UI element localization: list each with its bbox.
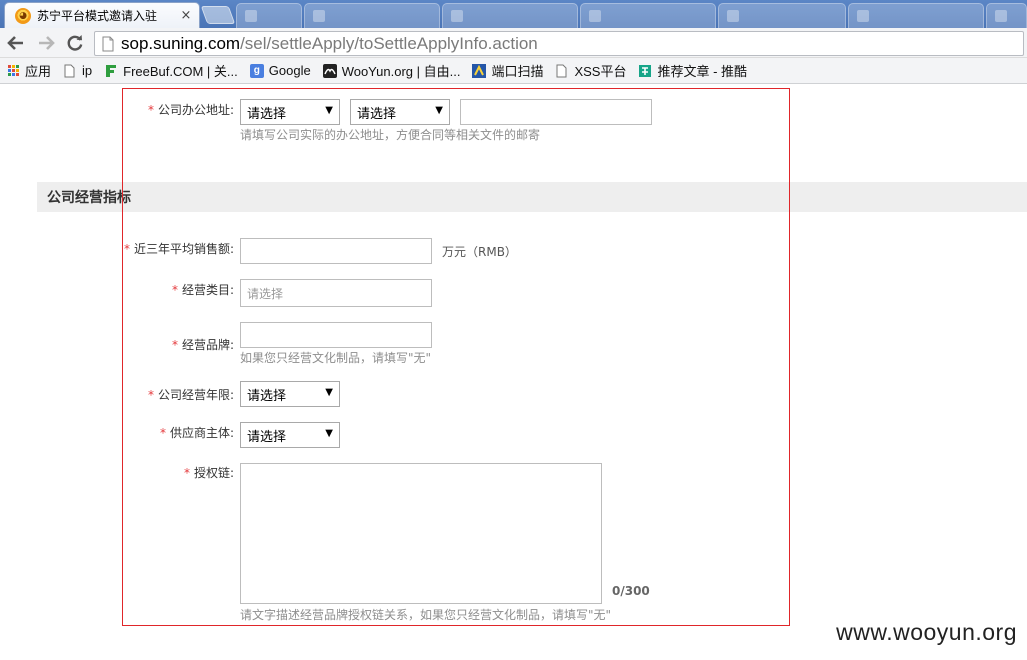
tab-background[interactable] (304, 3, 440, 28)
required-mark: * (147, 388, 154, 402)
address-bar[interactable]: sop.suning.com/sel/settleApply/toSettleA… (94, 31, 1024, 56)
url-host: sop.suning.com (121, 33, 241, 53)
bookmark-label: 推荐文章 - 推酷 (657, 64, 748, 79)
section-title: 公司经营指标 (47, 190, 131, 206)
bookmark-label: XSS平台 (574, 64, 627, 79)
section-header: 公司经营指标 (37, 182, 1027, 212)
brand-input[interactable] (240, 322, 432, 348)
wooyun-icon (322, 63, 337, 78)
years-select[interactable]: 请选择 ▼ (240, 381, 340, 407)
avg-sales-label: * 近三年平均销售额: (123, 242, 234, 256)
char-counter: 0/300 (612, 584, 650, 598)
browser-toolbar: sop.suning.com/sel/settleApply/toSettleA… (0, 28, 1027, 58)
dropdown-arrow-icon: ▼ (435, 105, 443, 116)
bookmark-label: Google (268, 63, 311, 78)
bookmark-tuicool[interactable]: 推荐文章 - 推酷 (638, 61, 747, 80)
forward-button[interactable] (35, 32, 57, 54)
tab-background[interactable] (848, 3, 984, 28)
freebuf-icon (104, 64, 118, 78)
bookmark-wooyun[interactable]: WooYun.org | 自由... (322, 61, 461, 80)
required-mark: * (171, 283, 178, 297)
bookmark-xss[interactable]: XSS平台 (555, 61, 626, 80)
tab-title: 苏宁平台模式邀请入驻 (37, 9, 158, 23)
bookmark-label: 应用 (25, 64, 52, 79)
watermark: www.wooyun.org (836, 619, 1017, 645)
auth-chain-hint: 请文字描述经营品牌授权链关系，如果您只经营文化制品，请填写"无" (240, 608, 612, 622)
auth-chain-label: * 授权链: (183, 466, 234, 480)
category-picker[interactable]: 请选择 (240, 279, 432, 307)
category-label: * 经营类目: (171, 283, 234, 297)
city-select[interactable]: 请选择 ▼ (350, 99, 450, 125)
bookmark-portscan[interactable]: 端口扫描 (472, 61, 543, 80)
required-mark: * (171, 338, 178, 352)
apps-grid-icon (6, 64, 20, 78)
suning-favicon-icon: ◕ (15, 7, 31, 24)
avg-sales-input[interactable] (240, 238, 432, 264)
required-mark: * (159, 426, 166, 440)
tab-background[interactable] (580, 3, 716, 28)
required-mark: * (183, 466, 190, 480)
tab-background[interactable] (236, 3, 302, 28)
page-icon (63, 64, 77, 78)
bookmark-label: 端口扫描 (491, 64, 544, 79)
close-tab-icon[interactable]: × (179, 8, 193, 23)
auth-chain-textarea[interactable] (240, 463, 602, 604)
bookmarks-bar: 应用 ip FreeBuf.COM | 关... g Google WooYun… (0, 58, 1027, 84)
supplier-select[interactable]: 请选择 ▼ (240, 422, 340, 448)
new-tab-button[interactable] (200, 6, 236, 24)
forward-arrow-icon (39, 36, 55, 50)
avg-sales-unit: 万元（RMB） (442, 245, 517, 259)
years-label: * 公司经营年限: (147, 388, 234, 402)
bookmark-google[interactable]: g Google (249, 63, 311, 78)
address-detail-input[interactable] (460, 99, 652, 125)
bookmark-label: FreeBuf.COM | 关... (123, 64, 238, 79)
province-select[interactable]: 请选择 ▼ (240, 99, 340, 125)
bookmark-ip[interactable]: ip (63, 63, 92, 78)
tab-background[interactable] (442, 3, 578, 28)
page-content: * 公司办公地址: 请选择 ▼ 请选择 ▼ 请填写公司实际的办公地址，方便合同等相… (0, 85, 1027, 660)
url-path: /sel/settleApply/toSettleApplyInfo.actio… (240, 33, 538, 53)
dropdown-arrow-icon: ▼ (325, 105, 333, 116)
back-arrow-icon (7, 36, 23, 50)
browser-tab-strip: ◕ 苏宁平台模式邀请入驻 × (0, 0, 1027, 28)
brand-hint: 如果您只经营文化制品，请填写"无" (240, 351, 432, 365)
reload-icon (67, 35, 83, 51)
required-mark: * (123, 242, 130, 256)
google-icon: g (249, 63, 264, 78)
page-icon (555, 64, 569, 78)
supplier-label: * 供应商主体: (159, 426, 234, 440)
bookmark-label: ip (82, 63, 93, 78)
tab-background[interactable] (986, 3, 1027, 28)
office-address-label: * 公司办公地址: (147, 103, 234, 117)
tuicool-icon (638, 64, 652, 78)
dropdown-arrow-icon: ▼ (325, 387, 333, 398)
page-icon (102, 36, 114, 51)
portscan-icon (472, 63, 487, 78)
office-address-hint: 请填写公司实际的办公地址，方便合同等相关文件的邮寄 (240, 128, 541, 142)
back-button[interactable] (5, 32, 27, 54)
tab-background[interactable] (718, 3, 846, 28)
bookmark-label: WooYun.org | 自由... (341, 64, 461, 79)
dropdown-arrow-icon: ▼ (325, 428, 333, 439)
reload-button[interactable] (64, 32, 86, 54)
bookmark-apps[interactable]: 应用 (6, 61, 51, 80)
bookmark-freebuf[interactable]: FreeBuf.COM | 关... (104, 61, 238, 80)
tab-active[interactable]: ◕ 苏宁平台模式邀请入驻 × (4, 2, 200, 28)
brand-label: * 经营品牌: (171, 338, 234, 352)
required-mark: * (147, 103, 154, 117)
